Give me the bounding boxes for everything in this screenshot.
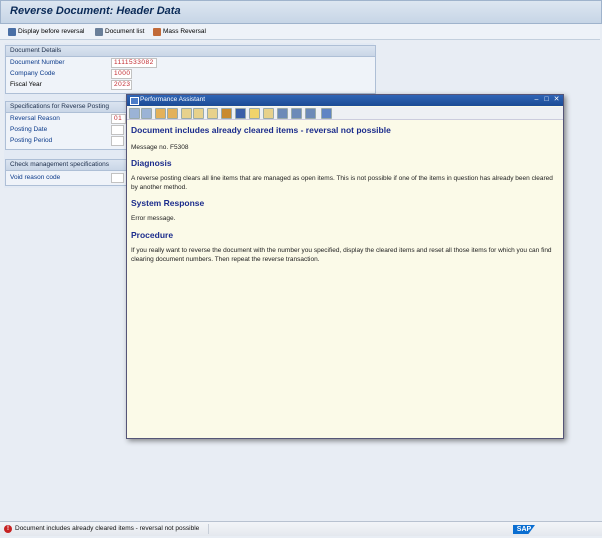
maximize-icon[interactable]: □: [543, 96, 550, 104]
screen-title: Reverse Document: Header Data: [10, 5, 181, 17]
posting-date-label: Posting Date: [10, 126, 48, 133]
company-code-label: Company Code: [10, 70, 56, 77]
fiscal-year-label: Fiscal Year: [10, 81, 42, 88]
print-icon[interactable]: [277, 108, 288, 119]
mass-reversal-button[interactable]: Mass Reversal: [153, 26, 206, 37]
application-toolbar: Display before reversal Document list Ma…: [0, 24, 600, 40]
hint-icon[interactable]: [249, 108, 260, 119]
glasses-icon: [8, 27, 16, 36]
performance-assistant-toolbar: [127, 107, 563, 120]
error-heading: Document includes already cleared items …: [131, 125, 391, 135]
reversal-reason-field[interactable]: 01: [111, 114, 126, 124]
performance-assistant-title-bar[interactable]: Performance Assistant ‒ □ ✕: [127, 95, 563, 106]
edit-icon[interactable]: [181, 108, 192, 119]
reversal-reason-label: Reversal Reason: [10, 115, 60, 122]
document-details-group: Document Details Document Number 1111533…: [5, 45, 376, 94]
document-icon[interactable]: [221, 108, 232, 119]
minimize-icon[interactable]: ‒: [533, 96, 540, 104]
bookmark-icon[interactable]: [235, 108, 246, 119]
error-icon: !: [4, 525, 12, 533]
document-number-row: Document Number 1111533082: [6, 57, 375, 68]
status-message[interactable]: Document includes already cleared items …: [15, 525, 199, 532]
posting-date-field[interactable]: [111, 125, 124, 135]
void-reason-field[interactable]: [111, 173, 124, 183]
company-code-field[interactable]: 1000: [111, 69, 132, 79]
diagnosis-heading: Diagnosis: [131, 158, 172, 168]
technical-info-icon[interactable]: [167, 108, 178, 119]
performance-assistant-window: Performance Assistant ‒ □ ✕ Document inc…: [126, 94, 564, 439]
screen-title-bar: Reverse Document: Header Data: [0, 0, 602, 24]
document-details-header: Document Details: [6, 46, 375, 57]
diagnosis-text: A reverse posting clears all line items …: [131, 175, 553, 191]
close-icon[interactable]: ✕: [553, 96, 560, 104]
display-before-reversal-button[interactable]: Display before reversal: [8, 26, 84, 37]
procedure-text: If you really want to reverse the docume…: [131, 247, 552, 263]
system-response-text: Error message.: [131, 215, 176, 222]
posting-period-label: Posting Period: [10, 137, 53, 144]
message-number: Message no. F5308: [131, 144, 189, 151]
send-icon[interactable]: [305, 108, 316, 119]
document-number-label: Document Number: [10, 59, 65, 66]
note-icon[interactable]: [263, 108, 274, 119]
list-icon: [95, 27, 103, 36]
sap-logo: SAP: [513, 525, 535, 534]
system-response-heading: System Response: [131, 198, 205, 208]
window-icon: [130, 97, 139, 105]
posting-period-field[interactable]: [111, 136, 124, 146]
company-code-row: Company Code 1000: [6, 68, 375, 79]
fiscal-year-row: Fiscal Year 2023: [6, 79, 375, 90]
document-list-button[interactable]: Document list: [95, 26, 144, 37]
pencil-icon[interactable]: [193, 108, 204, 119]
document-number-field[interactable]: 1111533082: [111, 58, 157, 68]
tools-icon[interactable]: [207, 108, 218, 119]
performance-assistant-title: Performance Assistant: [140, 96, 206, 103]
performance-assistant-content: Document includes already cleared items …: [131, 125, 556, 264]
fiscal-year-field[interactable]: 2023: [111, 80, 132, 90]
void-reason-label: Void reason code: [10, 174, 61, 181]
exit-icon[interactable]: [321, 108, 332, 119]
status-divider: [208, 524, 209, 534]
back-icon[interactable]: [129, 108, 140, 119]
status-bar: ! Document includes already cleared item…: [0, 521, 602, 536]
forward-icon[interactable]: [141, 108, 152, 119]
mass-reversal-icon: [153, 27, 161, 36]
save-icon[interactable]: [291, 108, 302, 119]
home-icon[interactable]: [155, 108, 166, 119]
procedure-heading: Procedure: [131, 230, 174, 240]
